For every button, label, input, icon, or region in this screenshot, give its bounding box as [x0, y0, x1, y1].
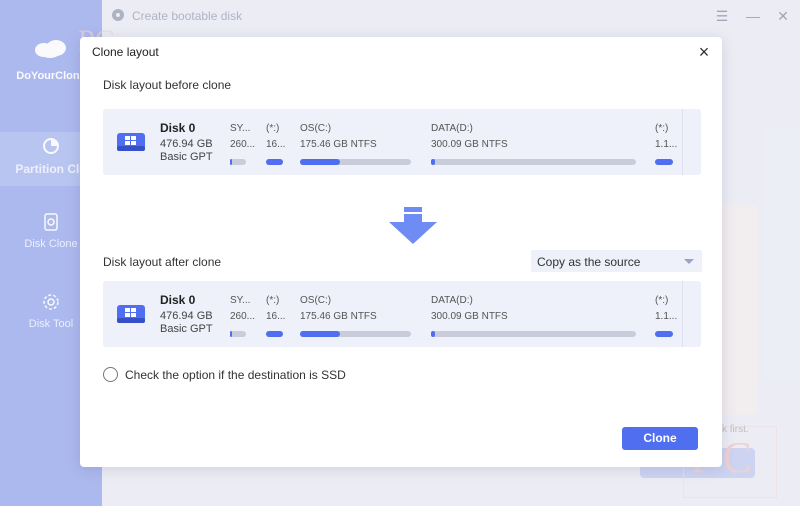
partition-usage-bar [266, 159, 283, 165]
partition-label: SY... [230, 123, 251, 134]
clone-layout-dialog: Clone layout × Disk layout before clone … [80, 37, 722, 467]
partition-os-c[interactable]: OS(C:) 175.46 GB NTFS [300, 123, 411, 165]
partition-label: SY... [230, 295, 251, 306]
partition-label: (*:) [266, 123, 280, 134]
disk-name: Disk 0 [160, 121, 196, 135]
disk-type: Basic GPT [160, 151, 213, 163]
disk-card-before: Disk 0 476.94 GB Basic GPT SY... 260... … [103, 109, 701, 175]
partition-recovery[interactable]: (*:) 1.1... [655, 123, 678, 165]
partition-label: (*:) [266, 295, 280, 306]
partition-capacity: 16... [266, 139, 286, 150]
partition-usage-bar [655, 331, 673, 337]
partition-usage-fill [266, 159, 283, 165]
disk-size: 476.94 GB [160, 310, 213, 322]
copy-mode-select[interactable]: Copy as the source [531, 250, 702, 272]
partition-reserved[interactable]: (*:) 16... [266, 295, 286, 337]
partition-label: (*:) [655, 295, 669, 306]
disk-windows-icon [117, 133, 145, 151]
partition-capacity: 260... [230, 311, 256, 322]
card-divider [682, 281, 683, 347]
after-clone-label: Disk layout after clone [103, 255, 222, 269]
partition-usage-fill [230, 331, 232, 337]
dialog-close-icon[interactable]: × [696, 42, 712, 63]
partition-data-d[interactable]: DATA(D:) 300.09 GB NTFS [431, 295, 636, 337]
partition-reserved[interactable]: (*:) 16... [266, 123, 286, 165]
partition-label: OS(C:) [300, 295, 332, 306]
partition-usage-fill [300, 159, 340, 165]
clone-button[interactable]: Clone [622, 427, 698, 450]
partition-usage-bar [266, 331, 283, 337]
partition-os-c[interactable]: OS(C:) 175.46 GB NTFS [300, 295, 411, 337]
chevron-down-icon [684, 259, 694, 264]
partition-capacity: 175.46 GB NTFS [300, 139, 377, 150]
partition-usage-bar [300, 159, 411, 165]
partition-label: DATA(D:) [431, 295, 473, 306]
partition-usage-fill [431, 159, 436, 165]
partition-usage-bar [655, 159, 673, 165]
partition-usage-bar [230, 159, 246, 165]
partition-capacity: 300.09 GB NTFS [431, 311, 508, 322]
partition-system[interactable]: SY... 260... [230, 295, 256, 337]
partition-capacity: 175.46 GB NTFS [300, 311, 377, 322]
partition-usage-bar [300, 331, 411, 337]
partition-capacity: 16... [266, 311, 286, 322]
partition-usage-fill [266, 331, 283, 337]
partition-data-d[interactable]: DATA(D:) 300.09 GB NTFS [431, 123, 636, 165]
partition-usage-fill [655, 331, 673, 337]
copy-mode-value: Copy as the source [537, 255, 641, 269]
disk-name: Disk 0 [160, 293, 196, 307]
disk-type: Basic GPT [160, 323, 213, 335]
partition-usage-bar [431, 159, 636, 165]
partition-capacity: 300.09 GB NTFS [431, 139, 508, 150]
card-divider [682, 109, 683, 175]
partition-usage-fill [655, 159, 673, 165]
disk-size: 476.94 GB [160, 138, 213, 150]
partition-system[interactable]: SY... 260... [230, 123, 256, 165]
partition-usage-fill [431, 331, 436, 337]
partition-usage-bar [230, 331, 246, 337]
down-arrow-icon [389, 207, 437, 244]
partition-capacity: 1.1... [655, 139, 678, 150]
partition-label: DATA(D:) [431, 123, 473, 134]
partition-capacity: 1.1... [655, 311, 678, 322]
ssd-option-label[interactable]: Check the option if the destination is S… [125, 368, 346, 382]
partition-capacity: 260... [230, 139, 256, 150]
partition-label: OS(C:) [300, 123, 332, 134]
partition-usage-fill [230, 159, 232, 165]
partition-label: (*:) [655, 123, 669, 134]
disk-windows-icon [117, 305, 145, 323]
partition-usage-bar [431, 331, 636, 337]
partition-usage-fill [300, 331, 340, 337]
before-clone-label: Disk layout before clone [103, 78, 232, 92]
ssd-option-radio[interactable] [103, 367, 118, 382]
disk-card-after: Disk 0 476.94 GB Basic GPT SY... 260... … [103, 281, 701, 347]
partition-recovery[interactable]: (*:) 1.1... [655, 295, 678, 337]
dialog-title: Clone layout [92, 45, 159, 59]
